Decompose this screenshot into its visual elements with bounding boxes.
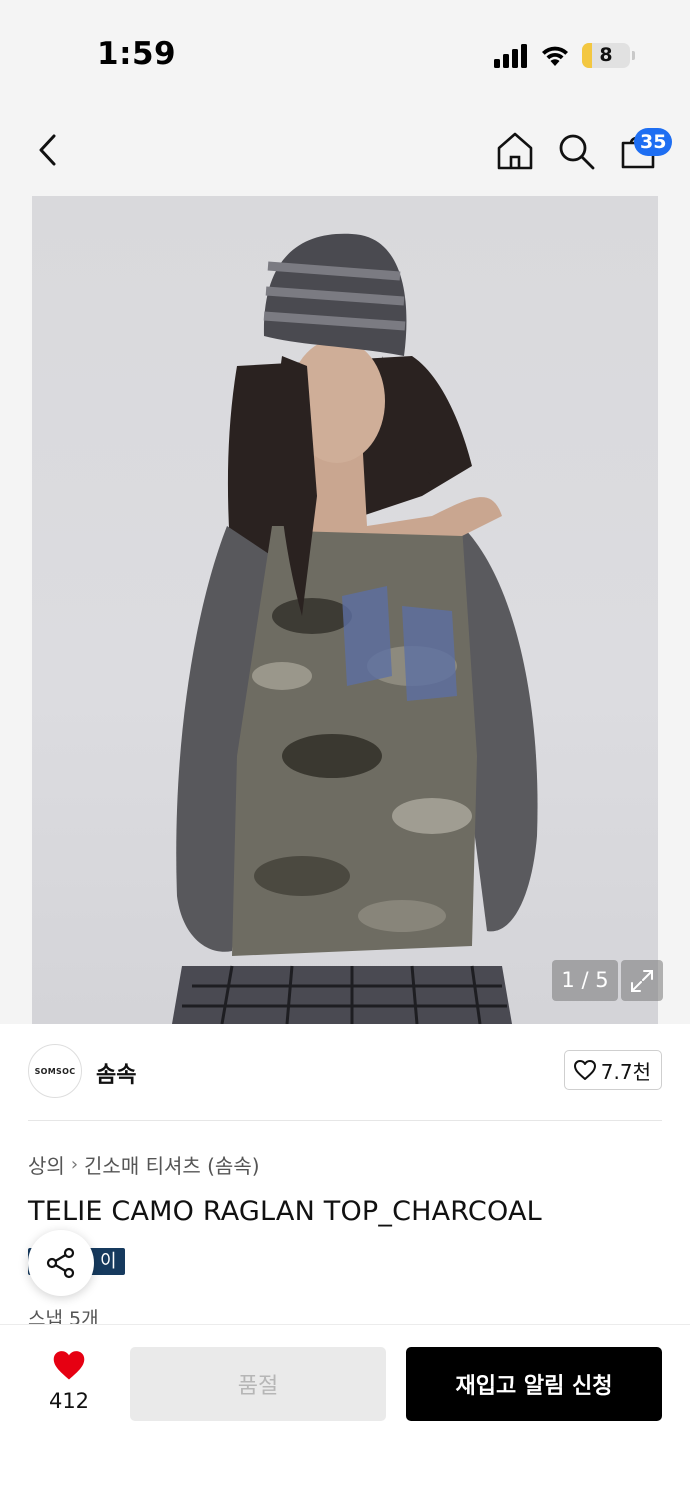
share-icon: [46, 1247, 75, 1279]
back-button[interactable]: [30, 130, 66, 170]
home-icon[interactable]: [495, 131, 535, 171]
wifi-icon: [542, 46, 568, 66]
wishlist-button[interactable]: 412: [40, 1349, 98, 1413]
breadcrumb: 상의 › 긴소매 티셔츠 (솜속): [28, 1150, 260, 1179]
share-button[interactable]: [28, 1230, 94, 1296]
soldout-button: 품절: [130, 1347, 386, 1421]
wishlist-count: 412: [48, 1389, 90, 1413]
back-icon: [39, 134, 56, 166]
cellular-signal-icon: [494, 44, 527, 68]
heart-outline-icon: [573, 1060, 596, 1080]
model-photo-illustration: [172, 233, 538, 1024]
divider: [28, 1120, 662, 1121]
expand-image-button[interactable]: [621, 960, 663, 1001]
product-image-carousel[interactable]: 1 / 5: [0, 196, 690, 1024]
heart-filled-icon: [53, 1351, 85, 1380]
chevron-right-icon: ›: [70, 1154, 79, 1175]
restock-alert-button[interactable]: 재입고 알림 신청: [406, 1347, 662, 1421]
battery-level: 8: [599, 44, 613, 66]
breadcrumb-category[interactable]: 상의: [28, 1150, 65, 1179]
brand-name[interactable]: 솜속: [96, 1057, 136, 1089]
brand-like-button[interactable]: 7.7천: [563, 1050, 662, 1090]
battery-icon: 8: [582, 43, 630, 68]
brand-logo[interactable]: SOMSOC: [28, 1044, 82, 1098]
navigation-header: [0, 100, 690, 196]
image-counter: 1 / 5: [552, 960, 618, 1001]
status-time: 1:59: [97, 36, 177, 72]
expand-icon: [631, 969, 653, 992]
bottom-action-bar: 412 품절 재입고 알림 신청: [0, 1324, 690, 1500]
product-title: TELIE CAMO RAGLAN TOP_CHARCOAL: [28, 1196, 542, 1227]
product-tag-text: 이: [100, 1251, 117, 1272]
battery-cap: [632, 51, 635, 60]
breadcrumb-subcategory[interactable]: 긴소매 티셔츠 (솜속): [84, 1150, 260, 1179]
product-photo: [32, 196, 658, 1024]
brand-like-count: 7.7천: [600, 1059, 651, 1084]
status-bar: 1:59 8: [0, 0, 690, 100]
brand-row[interactable]: SOMSOC 솜속 7.7천: [28, 1044, 662, 1100]
search-icon[interactable]: [556, 131, 596, 171]
cart-count-badge: 35: [634, 128, 673, 156]
